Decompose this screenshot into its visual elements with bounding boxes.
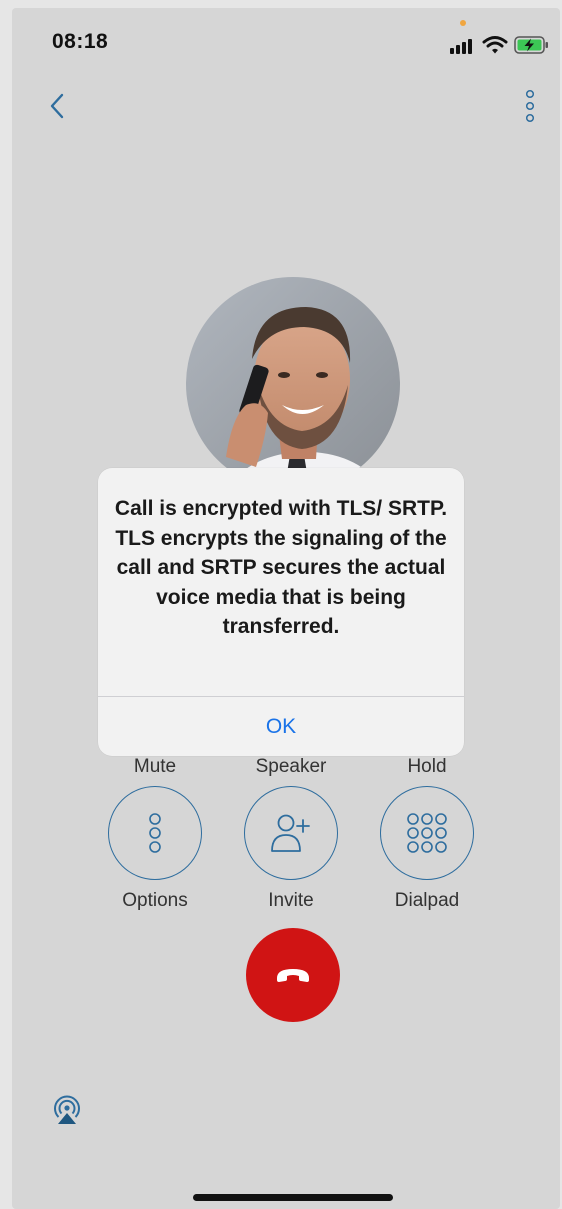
options-button[interactable] bbox=[108, 786, 202, 880]
mute-label[interactable]: Mute bbox=[100, 756, 210, 778]
invite-label: Invite bbox=[268, 890, 314, 911]
speaker-label[interactable]: Speaker bbox=[236, 756, 346, 778]
hangup-phone-icon bbox=[277, 969, 309, 982]
dialpad-button[interactable] bbox=[380, 786, 474, 880]
caller-photo bbox=[186, 277, 400, 491]
dialpad-icon bbox=[407, 813, 447, 853]
encryption-alert: Call is encrypted with TLS/ SRTP. TLS en… bbox=[98, 468, 464, 756]
privacy-indicator-dot bbox=[460, 20, 466, 26]
vertical-dots-icon bbox=[149, 813, 161, 853]
dialpad-label: Dialpad bbox=[394, 890, 460, 911]
chevron-left-icon bbox=[50, 93, 64, 119]
more-options-button[interactable] bbox=[516, 84, 544, 128]
status-bar: 08:18 bbox=[12, 8, 560, 74]
alert-ok-button[interactable]: OK bbox=[98, 697, 464, 756]
airplay-button[interactable] bbox=[50, 1092, 84, 1126]
back-button[interactable] bbox=[42, 86, 72, 126]
hangup-button[interactable] bbox=[246, 928, 340, 1022]
invite-button[interactable] bbox=[244, 786, 338, 880]
battery-icon bbox=[514, 36, 548, 54]
home-indicator[interactable] bbox=[193, 1194, 393, 1201]
options-label: Options bbox=[122, 890, 188, 911]
add-person-icon bbox=[271, 814, 310, 852]
wifi-icon bbox=[482, 36, 508, 54]
caller-avatar bbox=[186, 277, 400, 491]
vertical-dots-icon bbox=[525, 89, 535, 123]
alert-message: Call is encrypted with TLS/ SRTP. TLS en… bbox=[114, 497, 448, 638]
signal-icon bbox=[450, 39, 472, 54]
status-time: 08:18 bbox=[52, 30, 109, 53]
airplay-icon bbox=[54, 1095, 80, 1124]
hold-label[interactable]: Hold bbox=[372, 756, 482, 778]
